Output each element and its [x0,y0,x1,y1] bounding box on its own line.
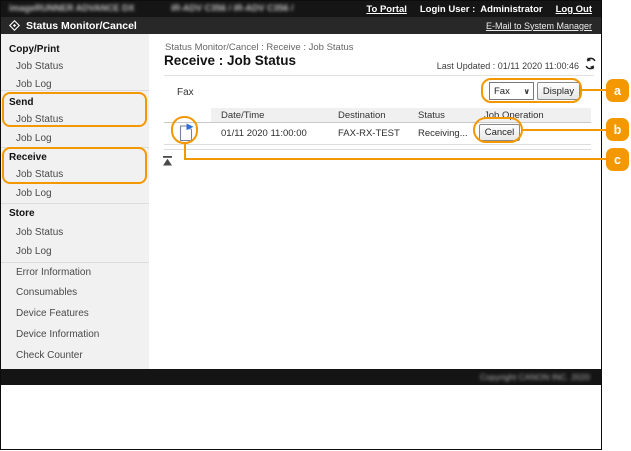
callout-outline-cancel [473,117,523,143]
callout-line-c-horizontal [184,158,607,160]
breadcrumb[interactable]: Status Monitor/Cancel : Receive : Job St… [165,42,354,53]
app-title: Status Monitor/Cancel [26,19,137,32]
last-updated-text: Last Updated : 01/11 2020 11:00:46 [436,61,579,71]
copyright-redacted: Copyright CANON INC. 2020 [479,372,590,382]
sidebar-divider [1,262,149,263]
email-system-manager-link[interactable]: E-Mail to System Manager [486,17,592,34]
cell-status: Receiving... [418,128,468,139]
col-header-destination: Destination [338,110,386,121]
table-header-border [164,122,591,123]
sidebar-item-send-job-log[interactable]: Job Log [1,130,149,146]
sidebar-item-store-job-status[interactable]: Job Status [1,224,149,240]
sidebar-item-store-job-log[interactable]: Job Log [1,243,149,259]
title-divider [164,75,594,76]
sidebar-item-consumables[interactable]: Consumables [1,284,149,300]
sidebar-item-device-features[interactable]: Device Features [1,305,149,321]
top-links: To Portal Login User : Administrator Log… [366,1,592,17]
col-header-datetime: Date/Time [221,110,265,121]
sidebar-item-device-information[interactable]: Device Information [1,326,149,342]
callout-outline-filter [481,78,582,103]
manual-figure: imageRUNNER ADVANCE DX iR-ADV C356 / iR-… [0,0,631,451]
callout-outline-send [2,92,147,127]
to-portal-link[interactable]: To Portal [366,4,406,15]
sidebar-item-check-counter[interactable]: Check Counter [1,347,149,363]
device-name-redacted: imageRUNNER ADVANCE DX [9,3,135,13]
login-user-value: Administrator [480,3,543,15]
job-type-label: Fax [177,87,194,98]
callout-badge-c: c [606,148,629,171]
sidebar-item-receive-job-log[interactable]: Job Log [1,185,149,201]
footer-bar: Copyright CANON INC. 2020 [1,369,601,385]
refresh-icon[interactable] [584,57,597,75]
cell-destination: FAX-RX-TEST [338,128,400,139]
callout-outline-receive [2,147,147,184]
cell-datetime: 01/11 2020 11:00:00 [221,128,307,139]
sidebar-group-copy-print: Copy/Print [9,43,60,55]
last-updated-row: Last Updated : 01/11 2020 11:00:46 [301,57,597,75]
app-bar: Status Monitor/Cancel E-Mail to System M… [1,17,601,34]
callout-line-b [522,129,607,131]
login-user: Login User : Administrator [420,4,543,15]
callout-outline-doc-icon [171,116,198,144]
remote-ui-window: imageRUNNER ADVANCE DX iR-ADV C356 / iR-… [0,0,602,450]
sidebar-item-copyprint-job-status[interactable]: Job Status [1,58,149,74]
back-to-top-icon[interactable] [162,153,173,171]
sidebar: Copy/Print Job Status Job Log Send Job S… [1,34,149,369]
col-header-status: Status [418,110,445,121]
callout-line-a [581,89,607,91]
log-out-link[interactable]: Log Out [556,4,592,15]
table-row-border [164,144,591,145]
table-bottom-border [164,149,591,150]
callout-badge-b: b [606,118,629,141]
callout-badge-a: a [606,79,629,102]
sidebar-item-copyprint-job-log[interactable]: Job Log [1,76,149,92]
sidebar-item-error-information[interactable]: Error Information [1,264,149,280]
sidebar-group-store: Store [9,207,35,219]
top-bar: imageRUNNER ADVANCE DX iR-ADV C356 / iR-… [1,1,601,17]
sidebar-divider [1,203,149,204]
page-title: Receive : Job Status [164,53,297,68]
login-user-label: Login User : [419,3,476,15]
device-model-redacted: iR-ADV C356 / iR-ADV C356 / [171,3,294,13]
